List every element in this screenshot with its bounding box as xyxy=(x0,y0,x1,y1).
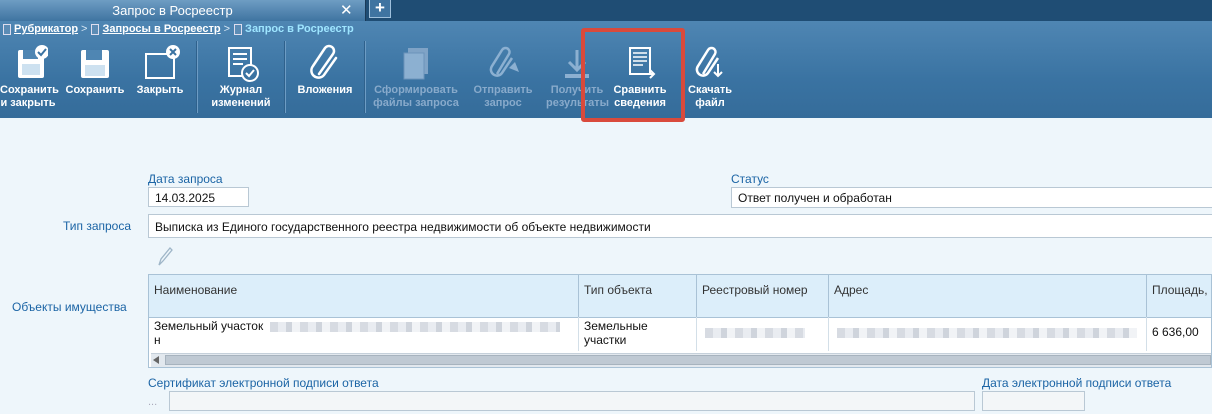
journal-icon xyxy=(228,47,259,82)
column-header-type[interactable]: Тип объекта xyxy=(579,275,697,317)
save-close-icon xyxy=(18,45,48,78)
redacted-text xyxy=(837,327,1137,338)
tab-title: Запрос в Росреестр xyxy=(112,3,233,18)
journal-label-1: Журнал xyxy=(219,84,263,96)
signature-date-label: Дата электронной подписи ответа xyxy=(982,376,1172,390)
save-close-label-2: и закрыть xyxy=(0,97,56,109)
scroll-left-icon[interactable] xyxy=(153,356,159,364)
send-request-button[interactable]: Отправить запрос xyxy=(470,44,536,114)
compare-highlight-frame xyxy=(581,28,685,122)
toolbar-separator xyxy=(364,41,366,113)
breadcrumb-separator: > xyxy=(81,23,88,36)
breadcrumb-separator: > xyxy=(223,23,231,36)
toolbar-separator xyxy=(284,41,286,113)
form-files-label-1: Сформировать xyxy=(374,84,458,96)
column-header-name[interactable]: Наименование xyxy=(149,275,579,317)
form-files-label-2: файлы запроса xyxy=(373,97,459,109)
date-label: Дата запроса xyxy=(148,172,223,186)
breadcrumb-current: Запрос в Росреестр xyxy=(245,23,354,36)
horizontal-scrollbar[interactable] xyxy=(151,353,1211,367)
toolbar-separator xyxy=(196,41,198,113)
cell-type: Земельные участки xyxy=(579,317,697,351)
tab-bar: Запрос в Росреестр ✕ + xyxy=(0,0,1212,21)
document-icon xyxy=(234,23,243,35)
cell-name: Земельный участок н xyxy=(149,317,579,351)
certificate-label: Сертификат электронной подписи ответа xyxy=(148,376,379,390)
scroll-thumb[interactable] xyxy=(165,355,1211,365)
send-label-1: Отправить xyxy=(473,84,533,96)
documents-icon xyxy=(403,48,428,80)
download-label-1: Скачать xyxy=(688,84,732,96)
request-type-field[interactable]: Выписка из Единого государственного реес… xyxy=(148,214,1212,238)
cell-registry-number xyxy=(697,317,829,351)
close-button[interactable]: Закрыть xyxy=(134,44,186,114)
send-label-2: запрос xyxy=(484,97,522,109)
breadcrumb-rubricator[interactable]: Рубрикатор xyxy=(14,23,78,35)
breadcrumb-requests[interactable]: Запросы в Росреестр xyxy=(102,23,220,35)
paperclip-icon xyxy=(310,44,338,79)
close-label: Закрыть xyxy=(136,84,184,96)
certificate-field[interactable] xyxy=(169,391,975,411)
save-close-label-1: Сохранить xyxy=(0,84,59,96)
objects-label: Объекты имущества xyxy=(12,300,127,314)
download-file-button[interactable]: Скачать файл xyxy=(684,44,736,114)
save-close-button[interactable]: Сохранить и закрыть xyxy=(0,44,59,114)
cell-type-line1: Земельные xyxy=(584,319,648,333)
attachments-button[interactable]: Вложения xyxy=(294,44,356,114)
download-attachment-icon xyxy=(695,46,723,78)
cell-name-prefix: Земельный участок xyxy=(154,319,267,333)
journal-label-2: изменений xyxy=(211,97,271,109)
breadcrumb: Рубрикатор > Запросы в Росреестр > Запрос в … xyxy=(2,23,354,39)
save-button[interactable]: Сохранить xyxy=(64,44,126,114)
send-icon xyxy=(489,46,519,77)
objects-grid: Наименование Тип объекта Реестровый номе… xyxy=(148,274,1212,368)
journal-button[interactable]: Журнал изменений xyxy=(208,44,274,114)
cell-area: 6 636,00 xyxy=(1152,325,1199,339)
certificate-browse-button[interactable]: ... xyxy=(148,391,168,411)
save-label: Сохранить xyxy=(65,84,125,96)
close-icon[interactable]: ✕ xyxy=(340,1,353,19)
column-header-address[interactable]: Адрес xyxy=(829,275,1147,317)
redacted-text xyxy=(705,327,805,338)
download-label-2: файл xyxy=(695,97,725,109)
document-icon xyxy=(3,23,11,35)
close-window-icon xyxy=(145,45,180,79)
redacted-text xyxy=(269,321,560,332)
attachments-label: Вложения xyxy=(297,84,353,96)
document-icon xyxy=(91,23,100,35)
add-tab-button[interactable]: + xyxy=(369,0,391,18)
cell-address xyxy=(829,317,1147,351)
tab-request[interactable]: Запрос в Росреестр ✕ xyxy=(0,0,366,21)
date-field[interactable]: 14.03.2025 xyxy=(148,187,249,207)
cell-type-line2: участки xyxy=(584,333,627,347)
status-label: Статус xyxy=(731,172,769,186)
status-field[interactable]: Ответ получен и обработан xyxy=(731,187,1212,208)
form-request-files-button[interactable]: Сформировать файлы запроса xyxy=(372,44,460,114)
floppy-icon xyxy=(81,50,109,78)
edit-pencil-icon[interactable] xyxy=(156,245,174,267)
column-header-registry-number[interactable]: Реестровый номер xyxy=(697,275,829,317)
signature-date-field[interactable] xyxy=(982,391,1085,411)
request-type-label: Тип запроса xyxy=(63,219,132,233)
column-header-area[interactable]: Площадь, xyxy=(1147,275,1211,317)
grid-header: Наименование Тип объекта Реестровый номе… xyxy=(149,275,1211,318)
cell-name-suffix: н xyxy=(154,333,161,347)
